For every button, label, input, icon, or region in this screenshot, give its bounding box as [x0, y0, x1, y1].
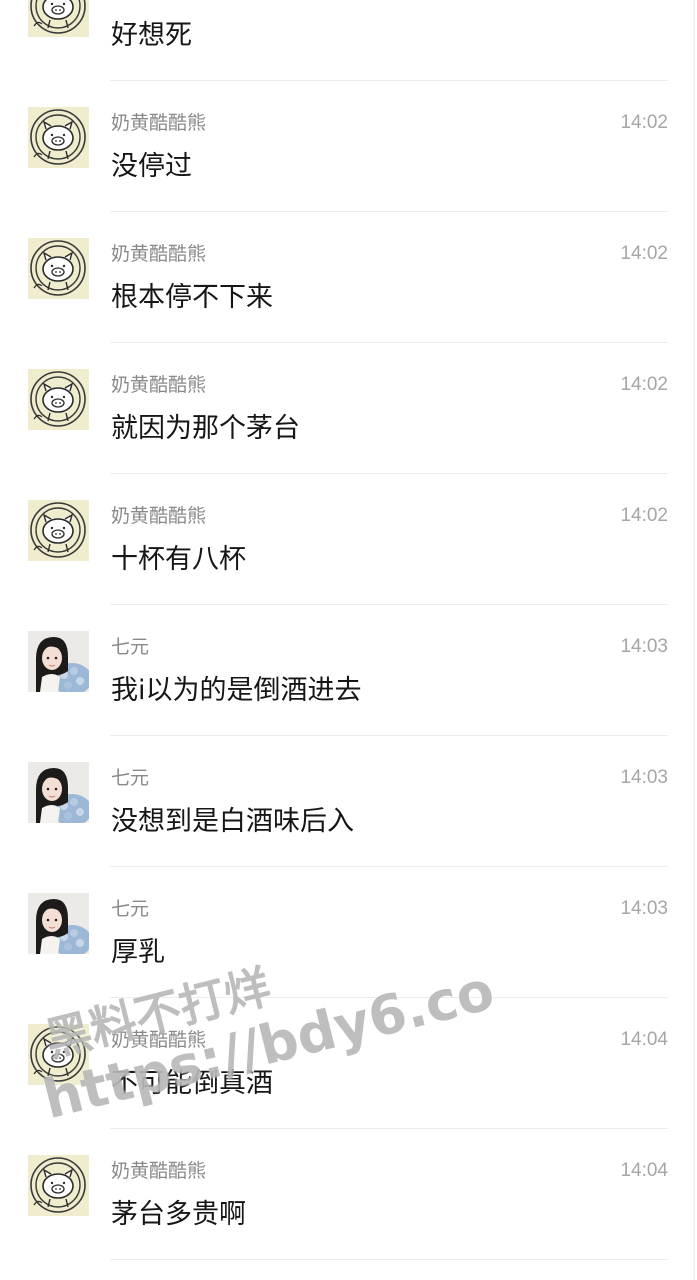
chat-message-row[interactable]: 七元 14:03 我i以为的是倒酒进去	[0, 605, 697, 736]
message-time: 14:02	[620, 243, 668, 264]
message-text: 根本停不下来	[111, 282, 273, 313]
pig-sticker-avatar[interactable]	[28, 1024, 89, 1085]
sender-name: 七元	[111, 767, 150, 789]
chat-message-row[interactable]: 好想死	[0, 0, 697, 81]
sender-name: 奶黄酷酷熊	[111, 112, 207, 134]
sender-name: 奶黄酷酷熊	[111, 374, 207, 396]
sender-name: 奶黄酷酷熊	[111, 1160, 207, 1182]
message-text: 好想死	[111, 20, 192, 51]
girl-photo-avatar[interactable]	[28, 893, 89, 954]
chat-message-row[interactable]: 奶黄酷酷熊 14:02 没停过	[0, 81, 697, 212]
message-time: 14:02	[620, 374, 668, 395]
message-text: 我i以为的是倒酒进去	[111, 675, 362, 706]
message-text: 厚乳	[111, 937, 165, 968]
message-time: 14:04	[620, 1029, 668, 1050]
chat-message-row[interactable]: 奶黄酷酷熊 14:02 就因为那个茅台	[0, 343, 697, 474]
pig-sticker-avatar[interactable]	[28, 0, 89, 37]
message-text: 没停过	[111, 151, 192, 182]
pig-sticker-avatar[interactable]	[28, 238, 89, 299]
message-list: 好想死 奶黄酷酷熊 14:02 没停过 奶黄酷酷熊 14:02 根本停不下来 奶黄酷酷熊 14:…	[0, 0, 697, 1260]
message-time: 14:02	[620, 505, 668, 526]
pig-sticker-avatar[interactable]	[28, 500, 89, 561]
message-time: 14:04	[620, 1160, 668, 1181]
girl-photo-avatar[interactable]	[28, 762, 89, 823]
message-time: 14:03	[620, 636, 668, 657]
chat-message-row[interactable]: 七元 14:03 厚乳	[0, 867, 697, 998]
message-time: 14:03	[620, 767, 668, 788]
row-divider	[110, 1259, 668, 1260]
message-text: 十杯有八杯	[111, 544, 246, 575]
sender-name: 七元	[111, 898, 150, 920]
message-text: 没想到是白酒味后入	[111, 806, 354, 837]
chat-message-row[interactable]: 奶黄酷酷熊 14:02 根本停不下来	[0, 212, 697, 343]
chat-message-row[interactable]: 奶黄酷酷熊 14:04 不可能倒真酒	[0, 998, 697, 1129]
message-time: 14:02	[620, 112, 668, 133]
pig-sticker-avatar[interactable]	[28, 1155, 89, 1216]
message-text: 不可能倒真酒	[111, 1068, 273, 1099]
scrollbar[interactable]	[693, 0, 695, 1280]
message-text: 茅台多贵啊	[111, 1199, 246, 1230]
pig-sticker-avatar[interactable]	[28, 369, 89, 430]
message-time: 14:03	[620, 898, 668, 919]
chat-message-row[interactable]: 奶黄酷酷熊 14:02 十杯有八杯	[0, 474, 697, 605]
sender-name: 奶黄酷酷熊	[111, 243, 207, 265]
message-text: 就因为那个茅台	[111, 413, 300, 444]
chat-message-row[interactable]: 七元 14:03 没想到是白酒味后入	[0, 736, 697, 867]
sender-name: 奶黄酷酷熊	[111, 505, 207, 527]
pig-sticker-avatar[interactable]	[28, 107, 89, 168]
sender-name: 七元	[111, 636, 150, 658]
girl-photo-avatar[interactable]	[28, 631, 89, 692]
chat-message-row[interactable]: 奶黄酷酷熊 14:04 茅台多贵啊	[0, 1129, 697, 1260]
sender-name: 奶黄酷酷熊	[111, 1029, 207, 1051]
